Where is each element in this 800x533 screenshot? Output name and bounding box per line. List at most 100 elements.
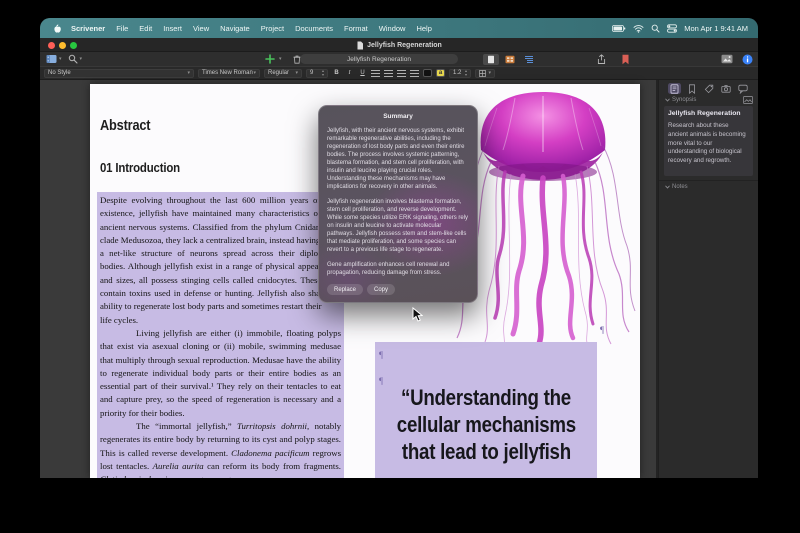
inspector-divider [659,180,758,181]
camera-icon [721,84,731,93]
synopsis-text: Research about these ancient animals is … [668,122,749,166]
add-chevron-icon[interactable]: ▾ [279,57,282,62]
highlight-color-swatch[interactable]: a [436,69,445,77]
view-corkboard-button[interactable] [502,54,518,65]
mac-screen: Scrivener File Edit Insert View Navigate Proje… [40,18,758,478]
bookmarks-icon [688,84,696,94]
notes-icon [670,84,679,94]
corkboard-view-icon [505,55,515,64]
menu-project[interactable]: Project [261,24,284,33]
spotlight-search-icon[interactable] [651,24,660,33]
menu-format[interactable]: Format [344,24,368,33]
popup-paragraph: Gene amplification enhances cell renewal… [327,261,469,277]
underline-button[interactable]: U [358,70,367,76]
document-icon [356,41,364,50]
align-right-button[interactable] [397,70,406,77]
synopsis-title: Jellyfish Regeneration [668,110,749,117]
comment-bubble-icon [738,84,748,94]
notes-section-header[interactable]: Notes [665,184,688,190]
quote-line: “Understanding the [375,384,597,411]
pilcrow-mark: ¶ [379,350,383,360]
view-outline-button[interactable] [521,54,537,65]
popup-paragraph: Jellyfish, with their ancient nervous sy… [327,127,469,191]
binder-chevron-icon[interactable]: ▾ [59,57,62,62]
toolbar: ▾ ▾ ▾ ▾ [40,52,758,66]
document-title-field[interactable]: Jellyfish Regeneration [300,54,458,64]
wifi-icon [633,24,644,33]
menu-status: Mon Apr 1 9:41 AM [612,24,748,33]
popup-paragraphs: Jellyfish, with their ancient nervous sy… [327,127,469,277]
inspector-info-icon[interactable] [742,54,753,65]
pull-quote-block[interactable]: ¶ ¶ “Understanding thecellular mechanism… [375,342,597,478]
copy-button[interactable]: Copy [367,284,395,295]
desktop: Scrivener File Edit Insert View Navigate Proje… [0,0,800,533]
menu-clock[interactable]: Mon Apr 1 9:41 AM [684,24,748,33]
menu-edit[interactable]: Edit [139,24,152,33]
popup-paragraph: Jellyfish regeneration involves blastema… [327,198,469,254]
menu-file[interactable]: File [116,24,128,33]
tab-snapshots[interactable] [719,83,732,94]
paragraph: Living jellyfish are either (i) immobile… [100,327,341,420]
font-size-stepper[interactable]: 9▴▾ [306,69,328,78]
menu-documents[interactable]: Documents [295,24,333,33]
tag-icon [704,84,714,94]
control-center-icon[interactable] [667,24,677,33]
synopsis-card[interactable]: Jellyfish Regeneration Research about th… [664,106,753,176]
font-dropdown[interactable]: Times New Roman▾ [198,69,260,78]
pull-quote-text: “Understanding thecellular mechanismstha… [375,384,597,465]
popup-actions: Replace Copy [327,284,469,295]
align-center-button[interactable] [384,70,393,77]
format-bar: No Style▾ Times New Roman▾ Regular▾ 9▴▾ … [40,66,758,80]
add-item-icon[interactable] [265,54,275,64]
paragraph: Despite evolving throughout the last 600… [100,194,341,327]
search-icon[interactable] [68,54,78,64]
menu-window[interactable]: Window [379,24,406,33]
outline-view-icon [524,55,534,64]
menu-view[interactable]: View [193,24,209,33]
pilcrow-mark: ¶ [379,376,383,386]
menu-insert[interactable]: Insert [163,24,182,33]
popup-title: Summary [327,113,469,121]
replace-button[interactable]: Replace [327,284,363,295]
style-dropdown[interactable]: No Style▾ [44,69,194,78]
menu-navigate[interactable]: Navigate [220,24,250,33]
document-view-icon [487,55,495,64]
insert-table-dropdown[interactable]: ▾ [475,69,495,78]
paragraph: The “immortal jellyfish,” Turritopsis do… [100,420,341,478]
menu-scrivener[interactable]: Scrivener [71,24,105,33]
bookmark-icon[interactable] [621,54,630,65]
apple-menu-icon[interactable] [50,23,63,34]
body-text[interactable]: Despite evolving throughout the last 600… [97,192,344,478]
chevron-down-icon [665,185,670,189]
align-left-button[interactable] [371,70,380,77]
tab-metadata[interactable] [702,83,715,94]
heading-introduction: 01 Introduction [100,160,191,175]
menu-help[interactable]: Help [416,24,431,33]
align-justify-button[interactable] [410,70,419,77]
quote-line: that lead to jellyfish [375,438,597,465]
bold-button[interactable]: B [332,70,341,76]
menu-items: Scrivener File Edit Insert View Navigate Proje… [71,24,432,33]
quick-reference-icon[interactable] [596,54,607,65]
summary-popup: Summary Jellyfish, with their ancient ne… [318,105,478,303]
binder-toggle-icon[interactable] [46,54,57,64]
line-spacing-stepper[interactable]: 1.2▴▾ [449,69,471,78]
media-icon[interactable] [721,54,733,64]
font-variant-dropdown[interactable]: Regular▾ [264,69,302,78]
italic-button[interactable]: I [345,70,354,76]
text-color-swatch[interactable] [423,69,432,77]
synopsis-image-icon[interactable] [743,96,753,104]
inspector-panel: Synopsis Jellyfish Regeneration Research… [658,80,758,478]
tab-notes[interactable] [668,83,681,94]
synopsis-section-header[interactable]: Synopsis [665,97,696,103]
inspector-tabs [659,82,758,95]
tab-bookmarks[interactable] [685,83,698,94]
battery-icon [612,24,626,33]
pilcrow-mark: ¶ [600,325,604,335]
search-chevron-icon[interactable]: ▾ [80,57,83,62]
quote-line: cellular mechanisms [375,411,597,438]
view-document-button[interactable] [483,54,499,65]
tab-comments[interactable] [736,83,749,94]
menu-bar: Scrivener File Edit Insert View Navigate Proje… [40,18,758,38]
window-title: Jellyfish Regeneration [40,38,758,52]
